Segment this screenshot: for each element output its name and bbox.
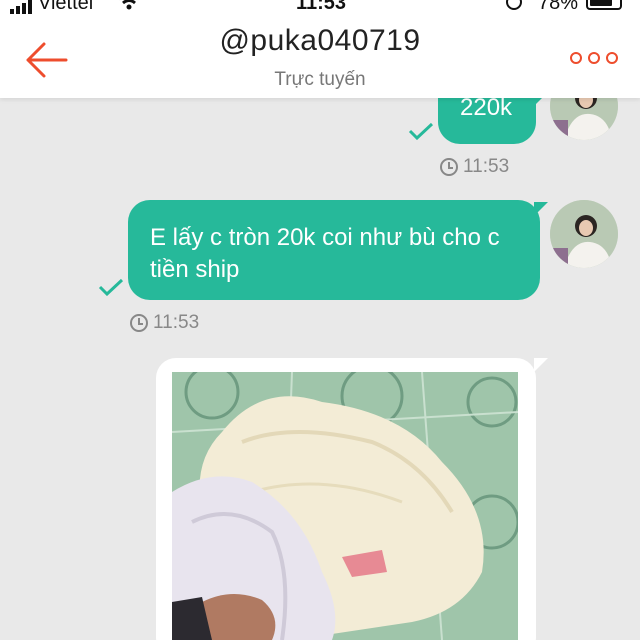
message-text: E lấy c tròn 20k coi như bù cho c tiền s… bbox=[150, 224, 500, 283]
message-timestamp: 11:53 bbox=[440, 156, 509, 178]
chat-header: @puka040719 Trực tuyến bbox=[0, 14, 640, 98]
wifi-icon bbox=[119, 0, 139, 10]
signal-icon bbox=[10, 0, 32, 14]
message-bubble[interactable]: E lấy c tròn 20k coi như bù cho c tiền s… bbox=[128, 200, 540, 300]
online-status: Trực tuyến bbox=[274, 69, 366, 90]
read-check-icon bbox=[98, 278, 124, 296]
rotation-lock-icon bbox=[506, 0, 522, 10]
battery-percent: 78% bbox=[538, 0, 579, 14]
bubble-tail bbox=[530, 96, 544, 110]
chat-title[interactable]: @puka040719 bbox=[0, 24, 640, 58]
message-timestamp: 11:53 bbox=[130, 312, 199, 334]
avatar[interactable] bbox=[550, 200, 618, 268]
message-photo[interactable] bbox=[172, 372, 518, 640]
clock-icon bbox=[130, 314, 148, 332]
carrier: Viettel bbox=[10, 0, 93, 14]
more-options-icon[interactable] bbox=[570, 52, 618, 66]
carrier-name: Viettel bbox=[38, 0, 94, 14]
status-bar: Viettel 11:53 78% bbox=[0, 0, 640, 14]
clock-time: 11:53 bbox=[296, 0, 347, 14]
bubble-tail bbox=[534, 358, 548, 372]
message-text: 220k bbox=[460, 94, 513, 121]
bubble-tail bbox=[534, 202, 548, 216]
clock-icon bbox=[440, 158, 458, 176]
read-check-icon bbox=[408, 122, 434, 140]
battery-icon bbox=[586, 0, 622, 10]
